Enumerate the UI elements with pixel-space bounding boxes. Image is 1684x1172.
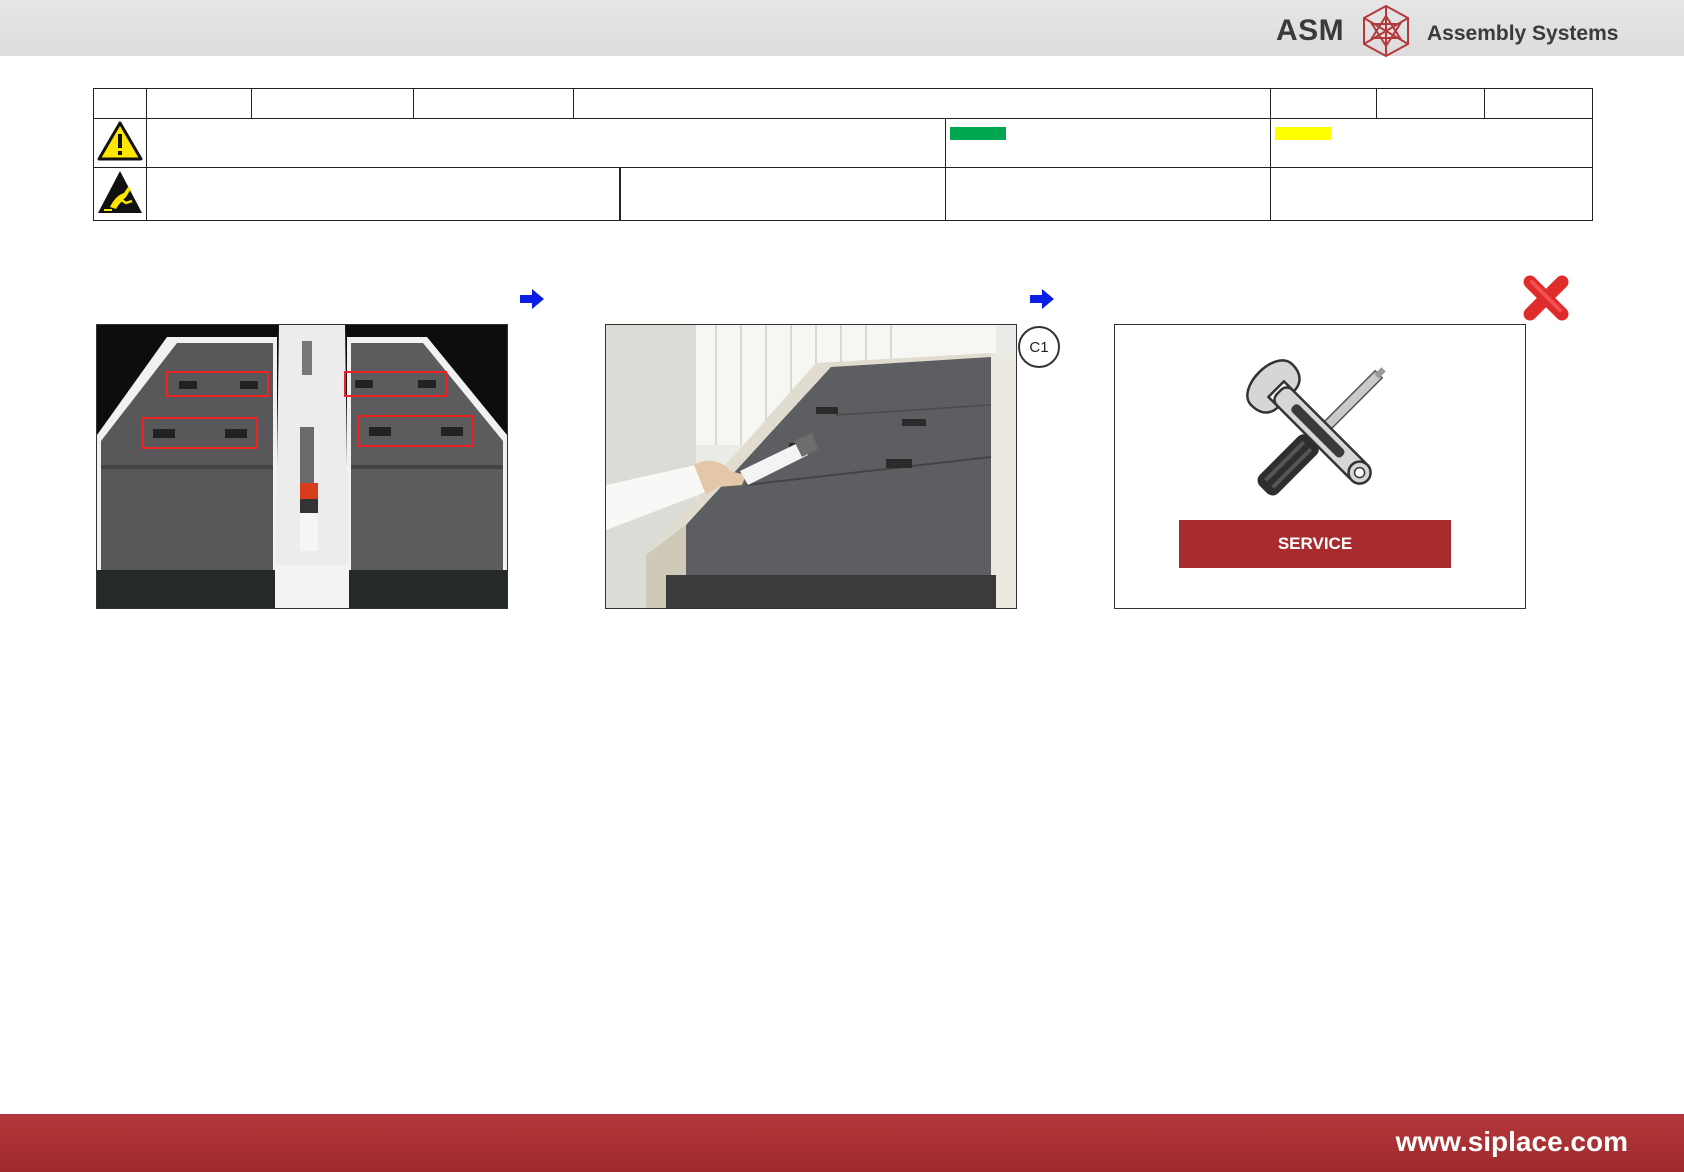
- table-header-row: [93, 88, 1594, 119]
- esd-row: [93, 167, 1594, 221]
- header-cell: [93, 88, 147, 119]
- header-cell: [572, 88, 1272, 119]
- cleaning-illustration: [606, 325, 1016, 608]
- cleaning-covers-image: [605, 324, 1017, 609]
- header-cell: [1376, 88, 1486, 119]
- header-cell: [146, 88, 252, 119]
- warning-triangle-icon: [97, 121, 143, 160]
- info-table: [93, 88, 1594, 221]
- header-cell: [1270, 88, 1378, 119]
- header-cell: [251, 88, 414, 119]
- warning-text-cell: [146, 118, 946, 168]
- esd-icon-cell: [93, 167, 147, 221]
- service-panel: SERVICE: [1114, 324, 1526, 609]
- esd-text-cell: [146, 167, 621, 221]
- warning-row: [93, 118, 1594, 168]
- logo-assembly-systems-text: Assembly Systems: [1427, 22, 1619, 45]
- header-bar: ASM Assembly Systems: [0, 0, 1684, 58]
- wrench-screwdriver-icon: [1246, 359, 1386, 496]
- asm-logo: ASM Assembly Systems: [1272, 4, 1632, 58]
- service-button[interactable]: SERVICE: [1179, 520, 1451, 568]
- callout-c1: C1: [1018, 326, 1060, 368]
- arrow-right-icon: [1030, 289, 1054, 309]
- asm-logo-mark-icon: [1363, 4, 1409, 58]
- esd-cell-2: [619, 167, 946, 221]
- close-x-icon[interactable]: [1520, 272, 1572, 324]
- esd-cell-3: [944, 167, 1272, 221]
- header-cell: [413, 88, 574, 119]
- arrow-right-icon: [520, 289, 544, 309]
- machine-covers-image: [96, 324, 508, 609]
- esd-warning-icon: [98, 170, 142, 213]
- green-status-swatch: [950, 127, 1006, 140]
- esd-cell-4: [1270, 167, 1594, 221]
- machine-covers-illustration: [97, 325, 507, 608]
- logo-asm-text: ASM: [1276, 14, 1345, 47]
- yellow-status-cell: [1270, 118, 1594, 168]
- warning-icon-cell: [93, 118, 147, 168]
- footer-url-link[interactable]: www.siplace.com: [1396, 1126, 1628, 1158]
- header-cell: [1484, 88, 1594, 119]
- footer-bar: www.siplace.com: [0, 1114, 1684, 1172]
- green-status-cell: [944, 118, 1272, 168]
- yellow-status-swatch: [1275, 127, 1332, 140]
